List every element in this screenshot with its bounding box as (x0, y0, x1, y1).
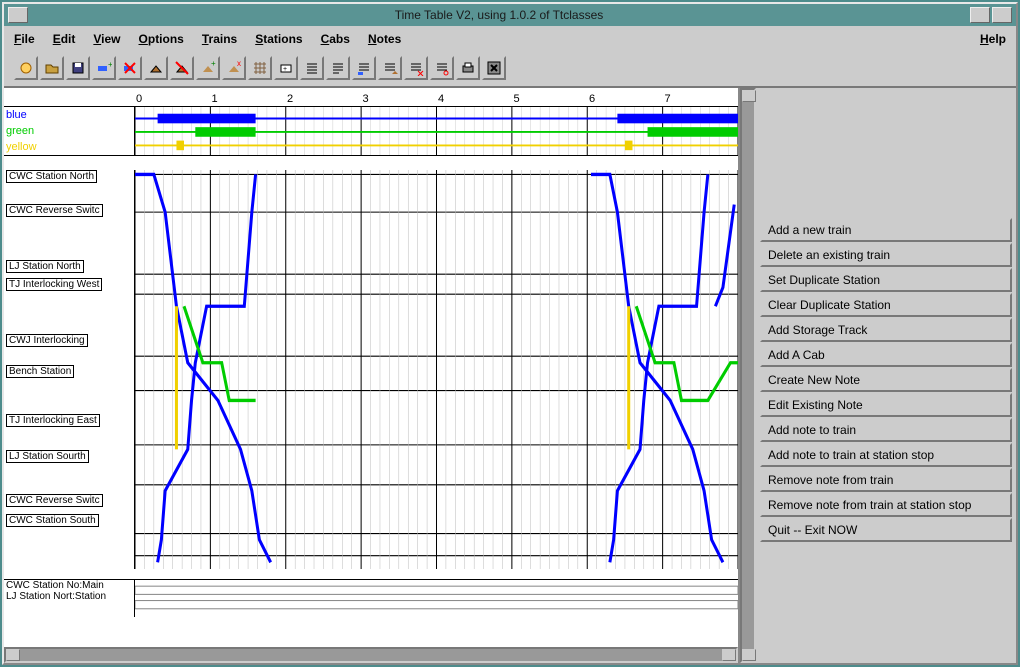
station-delete-icon[interactable]: x (222, 56, 246, 80)
new-icon[interactable] (14, 56, 38, 80)
cab-panel: blue green yellow (4, 106, 738, 156)
ruler-label: 5 (514, 93, 520, 105)
ruler-label: 3 (363, 93, 369, 105)
ruler-label: 4 (438, 93, 444, 105)
cmd-add-note-to-train-at-station-stop[interactable]: Add note to train at station stop (760, 443, 1012, 467)
chart-zone: 0 1 2 3 4 5 6 7 blue green yellow CWC Station Nor… (4, 88, 740, 663)
titlebar: Time Table V2, using 1.0.2 of Ttclasses (4, 4, 1016, 26)
scroll-thumb[interactable] (20, 649, 722, 661)
menu-cabs[interactable]: Cabs (321, 32, 350, 46)
cmd-add-a-cab[interactable]: Add A Cab (760, 343, 1012, 367)
station-label: TJ Interlocking East (6, 414, 100, 427)
cmd-remove-note-from-train-at-station-stop[interactable]: Remove note from train at station stop (760, 493, 1012, 517)
note-new-icon[interactable] (300, 56, 324, 80)
storage-track-icon[interactable] (248, 56, 272, 80)
station-label: TJ Interlocking West (6, 278, 102, 291)
menu-file[interactable]: File (14, 32, 35, 46)
svg-text:+: + (283, 66, 287, 73)
cab-label-yellow: yellow (6, 141, 134, 153)
train-line[interactable] (158, 174, 256, 562)
open-icon[interactable] (40, 56, 64, 80)
menu-help[interactable]: Help (980, 32, 1006, 46)
print-icon[interactable] (456, 56, 480, 80)
save-icon[interactable] (66, 56, 90, 80)
station-label: LJ Station North (6, 260, 84, 273)
ruler-label: 6 (589, 93, 595, 105)
train-line[interactable] (636, 306, 738, 400)
minimize-button[interactable] (970, 7, 990, 23)
cab-label-blue: blue (6, 109, 134, 121)
command-sidebar: Add a new trainDelete an existing trainS… (756, 88, 1016, 663)
menu-notes[interactable]: Notes (368, 32, 401, 46)
cab-label-green: green (6, 125, 134, 137)
work-area: 0 1 2 3 4 5 6 7 blue green yellow CWC Station Nor… (4, 86, 1016, 663)
window-menu-button[interactable] (8, 7, 28, 23)
train-line[interactable] (715, 205, 734, 307)
ruler-label: 1 (212, 93, 218, 105)
cmd-remove-note-from-train[interactable]: Remove note from train (760, 468, 1012, 492)
scroll-left-icon[interactable] (6, 649, 20, 661)
cmd-add-note-to-train[interactable]: Add note to train (760, 418, 1012, 442)
menu-options[interactable]: Options (139, 32, 184, 46)
cmd-create-new-note[interactable]: Create New Note (760, 368, 1012, 392)
station-dup-clear-icon[interactable] (170, 56, 194, 80)
svg-text:x: x (237, 60, 241, 68)
station-add-icon[interactable]: + (196, 56, 220, 80)
scroll-down-icon[interactable] (742, 649, 756, 661)
time-ruler: 0 1 2 3 4 5 6 7 (4, 88, 738, 106)
vertical-scrollbar[interactable] (740, 88, 756, 663)
note-remove-stop-icon[interactable] (430, 56, 454, 80)
train-delete-icon[interactable] (118, 56, 142, 80)
station-label: CWC Reverse Switc (6, 204, 103, 217)
train-line[interactable] (610, 174, 708, 562)
cmd-delete-an-existing-train[interactable]: Delete an existing train (760, 243, 1012, 267)
station-label: CWJ Interlocking (6, 334, 88, 347)
app-window: Time Table V2, using 1.0.2 of Ttclasses … (2, 2, 1018, 665)
menu-stations[interactable]: Stations (255, 32, 302, 46)
scroll-thumb-v[interactable] (742, 102, 754, 649)
menu-edit[interactable]: Edit (53, 32, 76, 46)
note-add-stop-icon[interactable] (378, 56, 402, 80)
station-label: CWC Station North (6, 170, 97, 183)
ruler-label: 2 (287, 93, 293, 105)
note-remove-train-icon[interactable] (404, 56, 428, 80)
cmd-add-a-new-train[interactable]: Add a new train (760, 218, 1012, 242)
scroll-right-icon[interactable] (722, 649, 736, 661)
train-add-icon[interactable]: + (92, 56, 116, 80)
menu-view[interactable]: View (93, 32, 120, 46)
cmd-edit-existing-note[interactable]: Edit Existing Note (760, 393, 1012, 417)
ruler-label: 0 (136, 93, 142, 105)
storage-track-panel: CWC Station No:MainLJ Station Nort:Stati… (4, 579, 738, 617)
menu-trains[interactable]: Trains (202, 32, 237, 46)
window-title: Time Table V2, using 1.0.2 of Ttclasses (395, 8, 604, 22)
cmd-quit-exit-now[interactable]: Quit -- Exit NOW (760, 518, 1012, 542)
scroll-up-icon[interactable] (742, 90, 756, 102)
cmd-clear-duplicate-station[interactable]: Clear Duplicate Station (760, 293, 1012, 317)
station-dup-set-icon[interactable] (144, 56, 168, 80)
maximize-button[interactable] (992, 7, 1012, 23)
cmd-set-duplicate-station[interactable]: Set Duplicate Station (760, 268, 1012, 292)
menubar: File Edit View Options Trains Stations C… (4, 26, 1016, 52)
ruler-label: 7 (665, 93, 671, 105)
note-add-train-icon[interactable] (352, 56, 376, 80)
storage-track-label: LJ Station Nort:Station (6, 591, 134, 602)
cab-add-icon[interactable]: + (274, 56, 298, 80)
station-label: LJ Station Sourth (6, 450, 89, 463)
cmd-add-storage-track[interactable]: Add Storage Track (760, 318, 1012, 342)
svg-text:+: + (211, 60, 216, 68)
svg-text:+: + (108, 60, 112, 69)
note-edit-icon[interactable] (326, 56, 350, 80)
stringline-chart[interactable]: CWC Station North CWC Reverse Switc LJ Sta… (4, 170, 738, 569)
station-label: Bench Station (6, 365, 74, 378)
station-label: CWC Reverse Switc (6, 494, 103, 507)
storage-track-label: CWC Station No:Main (6, 580, 134, 591)
horizontal-scrollbar[interactable] (4, 647, 738, 663)
toolbar: + + x + (4, 52, 1016, 86)
quit-icon[interactable] (482, 56, 506, 80)
station-label: CWC Station South (6, 514, 99, 527)
